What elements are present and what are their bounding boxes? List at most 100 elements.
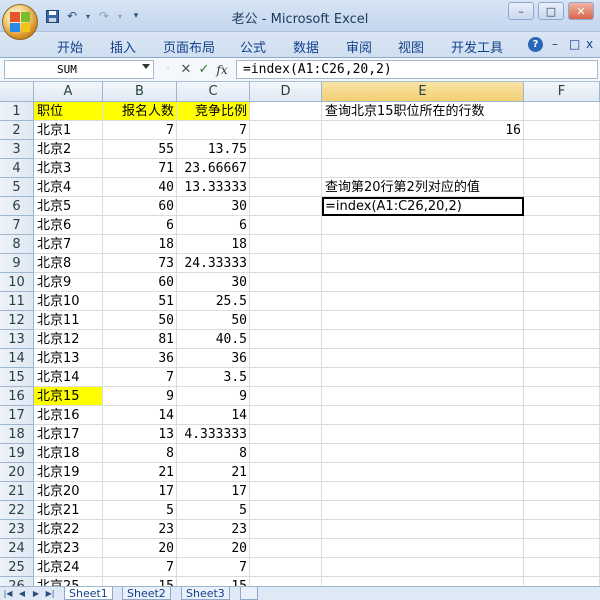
tab-data[interactable]: 数据	[293, 37, 319, 56]
minimize-button[interactable]: –	[508, 2, 534, 20]
column-header-b[interactable]: B	[103, 82, 177, 102]
column-header-c[interactable]: C	[177, 82, 250, 102]
cell-c24[interactable]: 20	[177, 539, 250, 558]
cell-b9[interactable]: 73	[103, 254, 177, 273]
row-header[interactable]: 7	[0, 216, 34, 235]
cell-d20[interactable]	[250, 463, 322, 482]
insert-sheet-icon[interactable]	[240, 587, 258, 600]
office-button[interactable]	[2, 4, 38, 40]
customize-qat-icon[interactable]: ▾	[128, 8, 144, 24]
cell-b6[interactable]: 60	[103, 197, 177, 216]
cell-e26[interactable]	[322, 577, 524, 586]
cell-e9[interactable]	[322, 254, 524, 273]
cell-d16[interactable]	[250, 387, 322, 406]
prev-sheet-icon[interactable]: ◀	[16, 588, 28, 599]
cell-a3[interactable]: 北京2	[34, 140, 103, 159]
cell-a11[interactable]: 北京10	[34, 292, 103, 311]
cell-d22[interactable]	[250, 501, 322, 520]
row-header[interactable]: 19	[0, 444, 34, 463]
sheet-tab-sheet2[interactable]: Sheet2	[122, 587, 171, 600]
row-header[interactable]: 25	[0, 558, 34, 577]
cell-e7[interactable]	[322, 216, 524, 235]
cell-d5[interactable]	[250, 178, 322, 197]
name-box[interactable]: SUM	[4, 60, 154, 79]
cell-d18[interactable]	[250, 425, 322, 444]
tab-page-layout[interactable]: 页面布局	[163, 37, 215, 56]
cell-e2[interactable]: 16	[322, 121, 524, 140]
cell-b16[interactable]: 9	[103, 387, 177, 406]
cell-d17[interactable]	[250, 406, 322, 425]
cell-e15[interactable]	[322, 368, 524, 387]
row-header[interactable]: 23	[0, 520, 34, 539]
cell-b17[interactable]: 14	[103, 406, 177, 425]
cell-a25[interactable]: 北京24	[34, 558, 103, 577]
column-header-a[interactable]: A	[34, 82, 103, 102]
ribbon-minimize-button[interactable]: –	[552, 37, 558, 51]
cell-a13[interactable]: 北京12	[34, 330, 103, 349]
redo-icon[interactable]: ↷	[96, 8, 112, 24]
cell-a12[interactable]: 北京11	[34, 311, 103, 330]
cell-c22[interactable]: 5	[177, 501, 250, 520]
cell-c18[interactable]: 4.333333	[177, 425, 250, 444]
cell-a2[interactable]: 北京1	[34, 121, 103, 140]
undo-icon[interactable]: ↶	[64, 8, 80, 24]
column-header-f[interactable]: F	[524, 82, 600, 102]
cell-d25[interactable]	[250, 558, 322, 577]
row-header[interactable]: 5	[0, 178, 34, 197]
cell-d19[interactable]	[250, 444, 322, 463]
enter-formula-button[interactable]: ✓	[196, 61, 212, 78]
cell-c25[interactable]: 7	[177, 558, 250, 577]
cell-e12[interactable]	[322, 311, 524, 330]
cell-a24[interactable]: 北京23	[34, 539, 103, 558]
cell-a22[interactable]: 北京21	[34, 501, 103, 520]
row-header[interactable]: 1	[0, 102, 34, 121]
cell-e22[interactable]	[322, 501, 524, 520]
cell-e4[interactable]	[322, 159, 524, 178]
cell-a20[interactable]: 北京19	[34, 463, 103, 482]
cell-e19[interactable]	[322, 444, 524, 463]
cell-e8[interactable]	[322, 235, 524, 254]
cell-c5[interactable]: 13.33333	[177, 178, 250, 197]
cell-b20[interactable]: 21	[103, 463, 177, 482]
cell-a19[interactable]: 北京18	[34, 444, 103, 463]
cell-d26[interactable]	[250, 577, 322, 586]
cell-a5[interactable]: 北京4	[34, 178, 103, 197]
redo-dropdown-icon[interactable]: ▾	[116, 8, 124, 24]
cell-b4[interactable]: 71	[103, 159, 177, 178]
row-header[interactable]: 12	[0, 311, 34, 330]
cell-c3[interactable]: 13.75	[177, 140, 250, 159]
cell-f15[interactable]	[524, 368, 600, 387]
cell-a7[interactable]: 北京6	[34, 216, 103, 235]
cell-e17[interactable]	[322, 406, 524, 425]
cell-b13[interactable]: 81	[103, 330, 177, 349]
cell-a4[interactable]: 北京3	[34, 159, 103, 178]
cell-e25[interactable]	[322, 558, 524, 577]
row-header[interactable]: 26	[0, 577, 34, 586]
cell-b10[interactable]: 60	[103, 273, 177, 292]
cancel-formula-button[interactable]: ✕	[178, 61, 194, 78]
cell-f7[interactable]	[524, 216, 600, 235]
cell-c6[interactable]: 30	[177, 197, 250, 216]
cell-f16[interactable]	[524, 387, 600, 406]
row-header[interactable]: 9	[0, 254, 34, 273]
cell-b8[interactable]: 18	[103, 235, 177, 254]
row-header[interactable]: 10	[0, 273, 34, 292]
row-header[interactable]: 18	[0, 425, 34, 444]
cell-a23[interactable]: 北京22	[34, 520, 103, 539]
row-header[interactable]: 20	[0, 463, 34, 482]
cell-c20[interactable]: 21	[177, 463, 250, 482]
cell-f11[interactable]	[524, 292, 600, 311]
cell-c2[interactable]: 7	[177, 121, 250, 140]
cell-f25[interactable]	[524, 558, 600, 577]
tab-developer[interactable]: 开发工具	[451, 37, 503, 56]
cell-e1[interactable]: 查询北京15职位所在的行数	[322, 102, 524, 121]
formula-input[interactable]: =index(A1:C26,20,2)	[236, 60, 598, 79]
cell-c23[interactable]: 23	[177, 520, 250, 539]
cell-d1[interactable]	[250, 102, 322, 121]
cell-f17[interactable]	[524, 406, 600, 425]
ribbon-close-button[interactable]: x	[586, 37, 593, 51]
cell-d21[interactable]	[250, 482, 322, 501]
column-header-e[interactable]: E	[322, 82, 524, 102]
cell-a17[interactable]: 北京16	[34, 406, 103, 425]
row-header[interactable]: 22	[0, 501, 34, 520]
